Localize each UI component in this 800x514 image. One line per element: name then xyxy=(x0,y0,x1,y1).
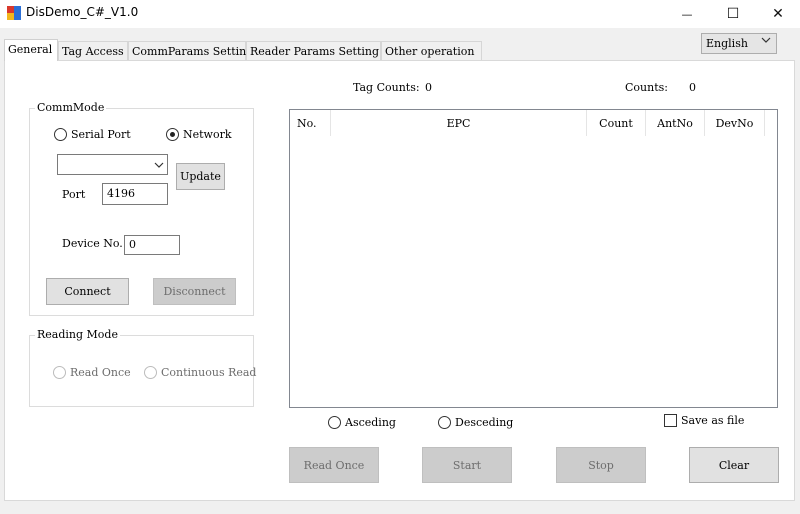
serial-port-radio[interactable] xyxy=(54,128,67,141)
descending-label: Desceding xyxy=(455,416,514,429)
chevron-down-icon xyxy=(154,162,164,168)
tab-general[interactable]: General xyxy=(4,39,58,61)
tag-counts-label: Tag Counts: xyxy=(353,81,420,94)
port-label: Port xyxy=(62,188,86,201)
serial-port-label: Serial Port xyxy=(71,128,131,141)
counts-label: Counts: xyxy=(625,81,668,94)
column-devno[interactable]: DevNo xyxy=(705,110,765,136)
read-once-button[interactable]: Read Once xyxy=(289,447,379,483)
column-epc[interactable]: EPC xyxy=(331,110,587,136)
app-icon xyxy=(7,6,21,20)
save-as-file-checkbox[interactable] xyxy=(664,414,677,427)
ascending-radio[interactable] xyxy=(328,416,341,429)
counts-value: 0 xyxy=(689,81,696,94)
device-no-label: Device No. xyxy=(62,237,123,250)
minimize-button[interactable]: — xyxy=(664,0,710,28)
save-as-file-label: Save as file xyxy=(681,414,745,427)
descending-radio[interactable] xyxy=(438,416,451,429)
column-count[interactable]: Count xyxy=(587,110,646,136)
read-once-label: Read Once xyxy=(70,366,131,379)
network-radio[interactable] xyxy=(166,128,179,141)
tag-list-view[interactable]: No. EPC Count AntNo DevNo xyxy=(289,109,778,408)
ascending-label: Asceding xyxy=(345,416,396,429)
tab-tag-access[interactable]: Tag Access xyxy=(58,41,128,60)
continuous-read-radio[interactable] xyxy=(144,366,157,379)
maximize-button[interactable]: ☐ xyxy=(710,0,756,28)
network-label: Network xyxy=(183,128,232,141)
update-button[interactable]: Update xyxy=(176,163,225,190)
column-antno[interactable]: AntNo xyxy=(646,110,705,136)
reading-mode-title: Reading Mode xyxy=(35,328,120,341)
stop-button[interactable]: Stop xyxy=(556,447,646,483)
start-button[interactable]: Start xyxy=(422,447,512,483)
tab-commparams-setting[interactable]: CommParams Setting xyxy=(128,41,253,60)
connect-button[interactable]: Connect xyxy=(46,278,129,305)
maximize-icon: ☐ xyxy=(726,6,740,22)
device-no-input[interactable]: 0 xyxy=(124,235,180,255)
commmode-title: CommMode xyxy=(35,101,107,114)
column-no[interactable]: No. xyxy=(290,110,331,136)
minimize-icon: — xyxy=(681,7,693,21)
chevron-down-icon xyxy=(761,35,771,48)
clear-button[interactable]: Clear xyxy=(689,447,779,483)
read-once-radio[interactable] xyxy=(53,366,66,379)
port-input[interactable]: 4196 xyxy=(102,183,168,205)
disconnect-button[interactable]: Disconnect xyxy=(153,278,236,305)
tab-reader-params-setting[interactable]: Reader Params Setting xyxy=(246,41,381,60)
tab-other-operation[interactable]: Other operation xyxy=(381,41,482,60)
port-combo[interactable] xyxy=(57,154,168,175)
window-title: DisDemo_C#_V1.0 xyxy=(26,5,139,19)
language-value: English xyxy=(706,37,748,50)
tag-counts-value: 0 xyxy=(425,81,432,94)
close-icon: ✕ xyxy=(772,6,784,22)
close-button[interactable]: ✕ xyxy=(755,0,800,28)
title-bar: DisDemo_C#_V1.0 — ☐ ✕ xyxy=(0,0,800,28)
continuous-read-label: Continuous Read xyxy=(161,366,257,379)
